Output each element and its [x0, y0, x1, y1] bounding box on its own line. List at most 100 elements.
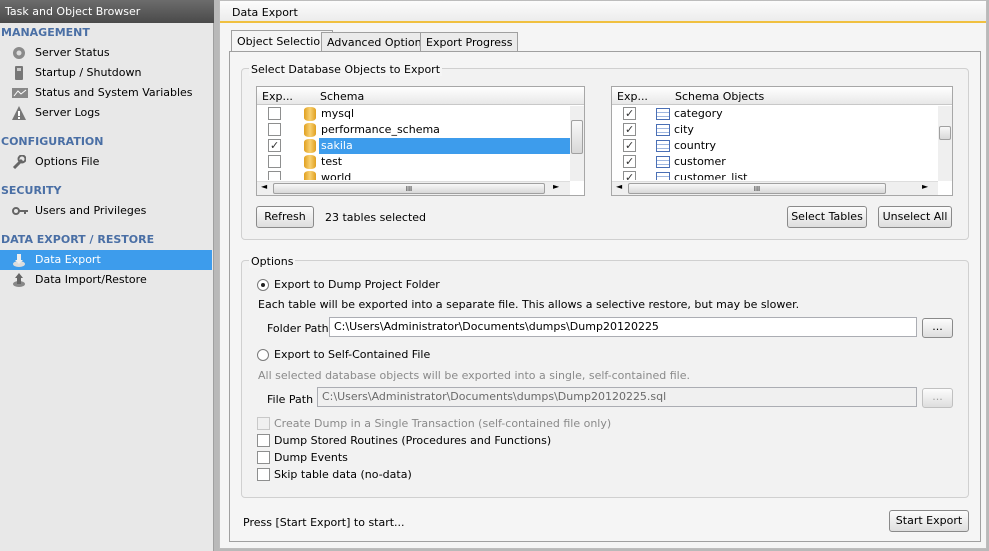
server-status-icon	[12, 46, 26, 60]
object-name: category	[674, 107, 723, 120]
export-checkbox[interactable]	[268, 107, 281, 120]
list-item[interactable]: sakila	[257, 138, 579, 154]
skip-data-checkbox[interactable]	[257, 468, 270, 481]
list-item[interactable]: city	[612, 122, 938, 138]
single-transaction-checkbox[interactable]	[257, 417, 270, 430]
vertical-scrollbar[interactable]	[570, 106, 584, 181]
database-icon	[304, 171, 316, 180]
dump-routines-checkbox[interactable]	[257, 434, 270, 447]
sidebar-item-server-status[interactable]: Server Status	[0, 43, 212, 63]
export-file-desc: All selected database objects will be ex…	[258, 369, 690, 382]
section-management: MANAGEMENT	[1, 26, 90, 39]
schema-objects-list[interactable]: Exp... Schema Objects category city	[611, 86, 953, 196]
list-item[interactable]: test	[257, 154, 570, 170]
sidebar-item-label: Status and System Variables	[35, 86, 193, 99]
sidebar-item-data-export[interactable]: Data Export	[0, 250, 212, 270]
scroll-right-icon[interactable]: ►	[922, 182, 928, 191]
database-icon	[304, 123, 316, 137]
scroll-thumb[interactable]	[571, 120, 583, 154]
object-rows: category city country	[612, 106, 938, 180]
sidebar-item-label: Data Export	[35, 253, 101, 266]
skip-data-label[interactable]: Skip table data (no-data)	[274, 468, 412, 481]
scroll-thumb[interactable]: III	[628, 183, 886, 194]
tab-panel: Select Database Objects to Export Exp...…	[229, 51, 981, 542]
export-folder-label[interactable]: Export to Dump Project Folder	[274, 278, 440, 291]
export-checkbox[interactable]	[623, 107, 636, 120]
browse-file-button[interactable]: ...	[922, 388, 953, 408]
vertical-scrollbar[interactable]	[938, 106, 952, 181]
list-item[interactable]: customer_list	[612, 170, 938, 180]
export-checkbox[interactable]	[268, 139, 281, 152]
dump-events-label[interactable]: Dump Events	[274, 451, 348, 464]
scroll-left-icon[interactable]: ◄	[261, 182, 267, 191]
browse-folder-button[interactable]: ...	[922, 318, 953, 338]
unselect-all-button[interactable]: Unselect All	[878, 206, 952, 228]
sidebar-item-users-privileges[interactable]: Users and Privileges	[0, 201, 212, 221]
list-item[interactable]: performance_schema	[257, 122, 570, 138]
key-icon	[12, 204, 28, 218]
export-checkbox[interactable]	[623, 139, 636, 152]
col-export[interactable]: Exp...	[262, 90, 293, 103]
section-configuration: CONFIGURATION	[1, 135, 104, 148]
dump-events-checkbox[interactable]	[257, 451, 270, 464]
status-text: Press [Start Export] to start...	[243, 516, 405, 529]
file-path-input[interactable]: C:\Users\Administrator\Documents\dumps\D…	[317, 387, 917, 407]
sidebar-item-startup-shutdown[interactable]: Startup / Shutdown	[0, 63, 212, 83]
tab-advanced-options[interactable]: Advanced Options	[321, 32, 434, 51]
sidebar-item-data-import[interactable]: Data Import/Restore	[0, 270, 212, 290]
export-checkbox[interactable]	[268, 155, 281, 168]
scroll-left-icon[interactable]: ◄	[616, 182, 622, 191]
database-icon	[304, 155, 316, 169]
single-transaction-label[interactable]: Create Dump in a Single Transaction (sel…	[274, 417, 611, 430]
select-tables-button[interactable]: Select Tables	[787, 206, 867, 228]
folder-path-label: Folder Path	[267, 322, 329, 335]
list-item[interactable]: customer	[612, 154, 938, 170]
export-checkbox[interactable]	[268, 171, 281, 180]
export-checkbox[interactable]	[623, 123, 636, 136]
list-item[interactable]: category	[612, 106, 938, 122]
tab-object-selection[interactable]: Object Selection	[231, 30, 334, 52]
list-item[interactable]: mysql	[257, 106, 570, 122]
variables-icon	[12, 86, 28, 100]
group-title: Options	[249, 255, 296, 268]
folder-path-input[interactable]: C:\Users\Administrator\Documents\dumps\D…	[329, 317, 917, 337]
scroll-right-icon[interactable]: ►	[553, 182, 559, 191]
scroll-thumb[interactable]: III	[273, 183, 545, 194]
sidebar-item-status-variables[interactable]: Status and System Variables	[0, 83, 212, 103]
export-file-radio[interactable]	[257, 349, 269, 361]
dump-routines-label[interactable]: Dump Stored Routines (Procedures and Fun…	[274, 434, 551, 447]
schema-name: world	[321, 171, 352, 180]
sidebar-item-server-logs[interactable]: Server Logs	[0, 103, 212, 123]
select-objects-group: Select Database Objects to Export Exp...…	[241, 63, 969, 240]
sidebar-item-label: Server Logs	[35, 106, 100, 119]
tab-export-progress[interactable]: Export Progress	[420, 32, 519, 51]
export-folder-desc: Each table will be exported into a separ…	[258, 298, 800, 311]
schema-name: sakila	[319, 138, 579, 154]
list-item[interactable]: country	[612, 138, 938, 154]
col-schema[interactable]: Schema	[320, 90, 364, 103]
main-area: Data Export Object Selection Advanced Op…	[219, 0, 987, 549]
horizontal-scrollbar[interactable]: ◄ III ►	[612, 181, 938, 195]
sidebar-item-label: Server Status	[35, 46, 110, 59]
start-export-button[interactable]: Start Export	[889, 510, 969, 532]
export-file-label[interactable]: Export to Self-Contained File	[274, 348, 430, 361]
export-folder-radio[interactable]	[257, 279, 269, 291]
startup-icon	[12, 66, 26, 80]
export-checkbox[interactable]	[623, 155, 636, 168]
col-export[interactable]: Exp...	[617, 90, 648, 103]
tables-selected-count: 23 tables selected	[325, 211, 427, 224]
schema-list[interactable]: Exp... Schema mysql performance_schema ✓…	[256, 86, 585, 196]
scroll-thumb[interactable]	[939, 126, 951, 140]
horizontal-scrollbar[interactable]: ◄ III ►	[257, 181, 570, 195]
export-checkbox[interactable]	[268, 123, 281, 136]
schema-rows: mysql performance_schema sakila	[257, 106, 579, 180]
options-group: Options Export to Dump Project Folder Ea…	[241, 255, 969, 498]
col-schema-objects[interactable]: Schema Objects	[675, 90, 764, 103]
refresh-button[interactable]: Refresh	[256, 206, 314, 228]
schema-name: test	[321, 155, 343, 168]
sidebar-item-options-file[interactable]: Options File	[0, 152, 212, 172]
list-item[interactable]: world	[257, 170, 570, 180]
schema-name: mysql	[321, 107, 354, 120]
export-checkbox[interactable]	[623, 171, 636, 180]
group-title: Select Database Objects to Export	[249, 63, 443, 76]
